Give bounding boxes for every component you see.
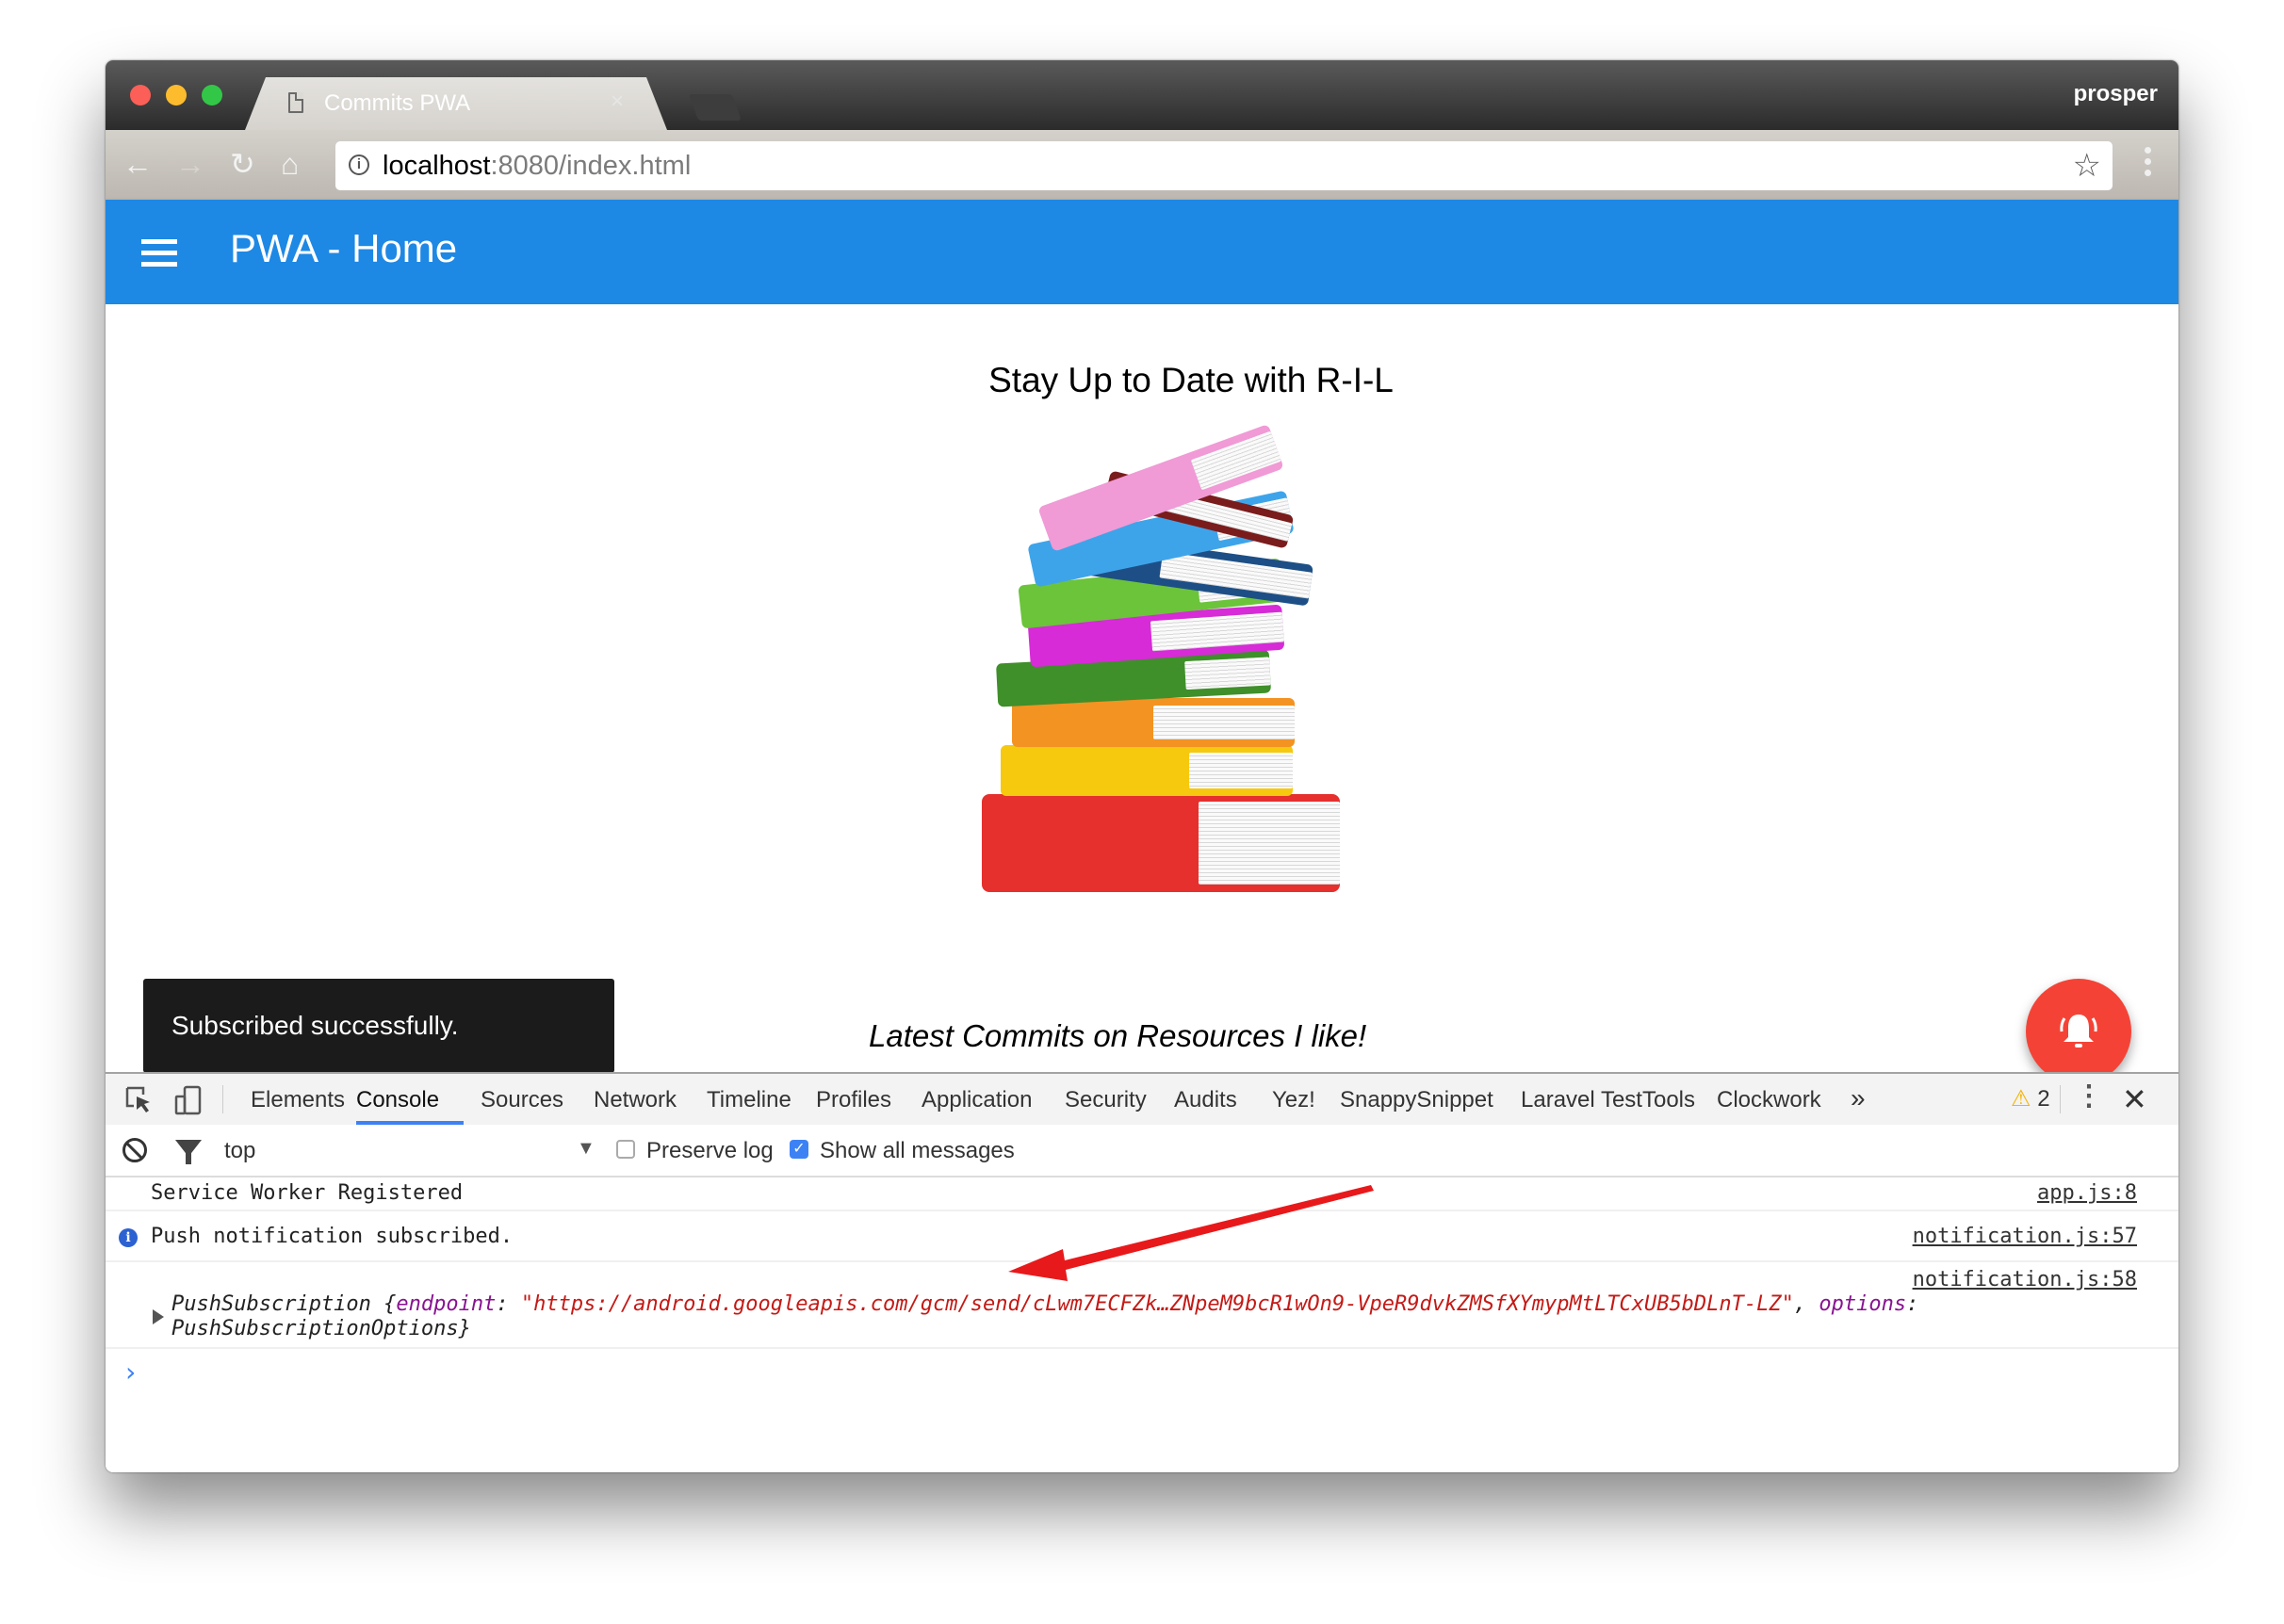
url-text[interactable]: localhost:8080/index.html: [383, 151, 691, 182]
push-subscription-object[interactable]: PushSubscription {endpoint: "https://and…: [171, 1292, 1918, 1316]
object-name: PushSubscription: [171, 1292, 371, 1316]
tab-application[interactable]: Application: [922, 1087, 1032, 1113]
url-host: localhost: [383, 151, 491, 181]
tab-audits[interactable]: Audits: [1174, 1087, 1237, 1113]
address-bar[interactable]: i localhost:8080/index.html ☆: [335, 141, 2113, 190]
console-message: i Push notification subscribed. notifica…: [106, 1211, 2178, 1262]
console-source-link[interactable]: notification.js:58: [1913, 1268, 2137, 1291]
tab-laravel-testtools[interactable]: Laravel TestTools: [1521, 1087, 1695, 1113]
new-tab-button[interactable]: [688, 94, 742, 121]
browser-menu-icon[interactable]: [2145, 147, 2152, 181]
colon: :: [496, 1292, 521, 1316]
tab-console[interactable]: Console: [356, 1087, 439, 1113]
page-headline: Stay Up to Date with R-I-L: [988, 361, 1394, 399]
hamburger-menu-icon[interactable]: [141, 239, 177, 273]
context-selector[interactable]: top: [224, 1138, 255, 1164]
console-message-text: Push notification subscribed.: [151, 1225, 514, 1248]
book-yellow: [1001, 745, 1293, 796]
title-bar: Commits PWA × prosper: [106, 60, 2178, 130]
show-all-messages-checkbox[interactable]: ✓: [790, 1140, 808, 1159]
tab-clockwork[interactable]: Clockwork: [1717, 1087, 1821, 1113]
inspect-element-icon[interactable]: [124, 1085, 153, 1113]
tab-close-icon[interactable]: ×: [611, 89, 624, 115]
browser-window: Commits PWA × prosper ← → ↻ ⌂ i localhos…: [106, 60, 2178, 1472]
bookmark-star-icon[interactable]: ☆: [2073, 147, 2101, 185]
reload-icon[interactable]: ↻: [230, 145, 255, 183]
filter-icon[interactable]: [175, 1140, 202, 1164]
more-tabs-icon[interactable]: »: [1851, 1083, 1866, 1113]
close-window-button[interactable]: [130, 85, 151, 106]
info-icon: i: [119, 1228, 138, 1247]
forward-arrow-icon[interactable]: →: [175, 145, 205, 183]
warnings-counter[interactable]: ⚠ 2: [2011, 1085, 2050, 1112]
options-key: options: [1819, 1292, 1907, 1316]
toolbar-divider: [2060, 1085, 2061, 1113]
profile-name[interactable]: prosper: [2074, 81, 2158, 107]
tab-security[interactable]: Security: [1065, 1087, 1147, 1113]
endpoint-key: endpoint: [396, 1292, 497, 1316]
back-arrow-icon[interactable]: ←: [122, 145, 153, 183]
maximize-window-button[interactable]: [202, 85, 222, 106]
warning-icon: ⚠: [2011, 1086, 2031, 1112]
browser-tab[interactable]: Commits PWA ×: [245, 77, 667, 130]
expand-triangle-icon[interactable]: [153, 1309, 164, 1324]
tab-network[interactable]: Network: [594, 1087, 677, 1113]
console-prompt-icon: ›: [122, 1356, 139, 1388]
notification-fab-button[interactable]: [2026, 979, 2131, 1084]
console-prompt-row[interactable]: ›: [106, 1349, 2178, 1388]
console-filter-bar: top ▼ Preserve log ✓ Show all messages: [106, 1125, 2178, 1177]
page-subtitle: Latest Commits on Resources I like!: [869, 1018, 1367, 1053]
console-message: notification.js:58 PushSubscription {end…: [106, 1262, 2178, 1349]
clear-console-icon[interactable]: [122, 1138, 147, 1162]
book-orange: [1012, 698, 1295, 747]
app-header: PWA - Home: [106, 200, 2178, 304]
endpoint-value: "https://android.googleapis.com/gcm/send…: [520, 1292, 1794, 1316]
show-all-messages-label[interactable]: Show all messages: [820, 1138, 1015, 1164]
devtools-menu-icon[interactable]: ⋮: [2075, 1081, 2103, 1112]
colon: :: [1906, 1292, 1919, 1316]
console-message-text: Service Worker Registered: [151, 1181, 464, 1205]
browser-toolbar: ← → ↻ ⌂ i localhost:8080/index.html ☆: [106, 130, 2178, 201]
comma: ,: [1793, 1292, 1819, 1316]
preserve-log-checkbox[interactable]: [616, 1140, 635, 1159]
app-title: PWA - Home: [230, 226, 458, 270]
devtools-tab-bar: Elements Console Sources Network Timeline Pro…: [106, 1074, 2178, 1127]
console-source-link[interactable]: notification.js:57: [1913, 1225, 2137, 1248]
tab-title: Commits PWA: [324, 90, 471, 116]
home-icon[interactable]: ⌂: [281, 145, 299, 183]
books-stack-image: [954, 424, 1481, 926]
minimize-window-button[interactable]: [166, 85, 187, 106]
page-icon: [288, 92, 303, 113]
page-content: Stay Up to Date with R-I-L Subscribed su…: [106, 304, 2178, 1084]
options-value: PushSubscriptionOptions}: [171, 1317, 471, 1340]
context-dropdown-arrow-icon[interactable]: ▼: [577, 1138, 595, 1160]
tab-snappysnippet[interactable]: SnappySnippet: [1340, 1087, 1493, 1113]
tab-elements[interactable]: Elements: [251, 1087, 345, 1113]
device-toolbar-icon[interactable]: [173, 1085, 202, 1115]
brace: {: [370, 1292, 397, 1316]
book-red: [982, 794, 1340, 892]
snackbar: Subscribed successfully.: [143, 979, 614, 1073]
console-message: Service Worker Registered app.js:8: [106, 1176, 2178, 1211]
console-output: Service Worker Registered app.js:8 i Pus…: [106, 1176, 2178, 1388]
tab-yez[interactable]: Yez!: [1272, 1087, 1315, 1113]
url-path: :8080/index.html: [490, 151, 692, 181]
tab-profiles[interactable]: Profiles: [816, 1087, 891, 1113]
bell-ringing-icon: [2060, 1015, 2097, 1047]
toolbar-divider: [222, 1085, 223, 1113]
tab-sources[interactable]: Sources: [481, 1087, 563, 1113]
console-source-link[interactable]: app.js:8: [2037, 1181, 2137, 1205]
snackbar-message: Subscribed successfully.: [171, 1011, 459, 1040]
devtools-close-icon[interactable]: ✕: [2122, 1081, 2147, 1117]
preserve-log-label[interactable]: Preserve log: [646, 1138, 774, 1164]
devtools-panel: Elements Console Sources Network Timeline Pro…: [106, 1072, 2178, 1472]
site-info-icon[interactable]: i: [349, 154, 369, 175]
tab-timeline[interactable]: Timeline: [707, 1087, 791, 1113]
warning-count: 2: [2037, 1086, 2050, 1112]
